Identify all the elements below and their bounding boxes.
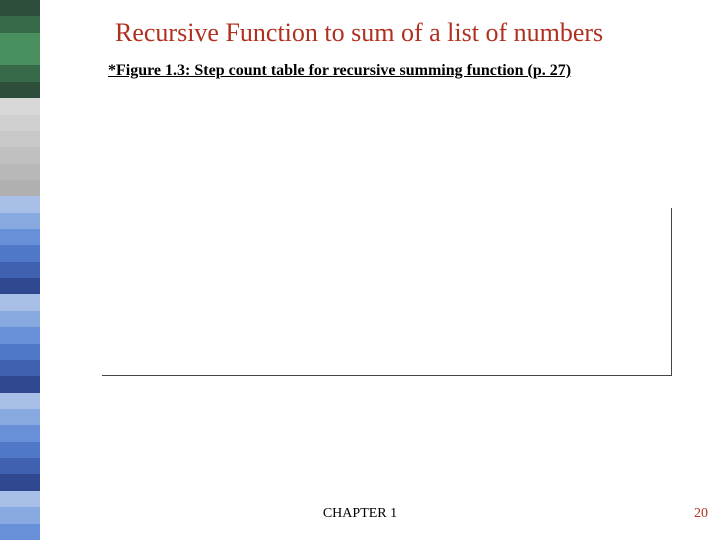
sidebar-stripe (0, 442, 40, 458)
sidebar-stripe (0, 376, 40, 392)
sidebar-stripe (0, 0, 40, 16)
sidebar-stripe (0, 196, 40, 212)
sidebar-stripe (0, 213, 40, 229)
sidebar-stripe (0, 458, 40, 474)
sidebar-stripe (0, 164, 40, 180)
sidebar-stripe (0, 393, 40, 409)
sidebar-stripe (0, 131, 40, 147)
sidebar-stripe (0, 65, 40, 81)
sidebar-stripe (0, 229, 40, 245)
sidebar-stripe (0, 474, 40, 490)
sidebar-stripe (0, 115, 40, 131)
slide-title: Recursive Function to sum of a list of n… (115, 18, 603, 48)
sidebar-stripe (0, 360, 40, 376)
decorative-sidebar (0, 0, 40, 540)
sidebar-stripe (0, 147, 40, 163)
sidebar-stripe (0, 425, 40, 441)
sidebar-stripe (0, 524, 40, 540)
figure-placeholder (102, 208, 672, 376)
sidebar-stripe (0, 49, 40, 65)
sidebar-stripe (0, 344, 40, 360)
sidebar-stripe (0, 180, 40, 196)
footer-chapter: CHAPTER 1 (0, 506, 720, 522)
sidebar-stripe (0, 82, 40, 98)
footer-page-number: 20 (694, 506, 708, 522)
figure-caption: *Figure 1.3: Step count table for recurs… (108, 62, 571, 80)
sidebar-stripe (0, 491, 40, 507)
sidebar-stripe (0, 311, 40, 327)
sidebar-stripe (0, 294, 40, 310)
sidebar-stripe (0, 409, 40, 425)
sidebar-stripe (0, 278, 40, 294)
sidebar-stripe (0, 98, 40, 114)
sidebar-stripe (0, 262, 40, 278)
sidebar-stripe (0, 16, 40, 32)
sidebar-stripe (0, 327, 40, 343)
sidebar-stripe (0, 245, 40, 261)
sidebar-stripe (0, 33, 40, 49)
